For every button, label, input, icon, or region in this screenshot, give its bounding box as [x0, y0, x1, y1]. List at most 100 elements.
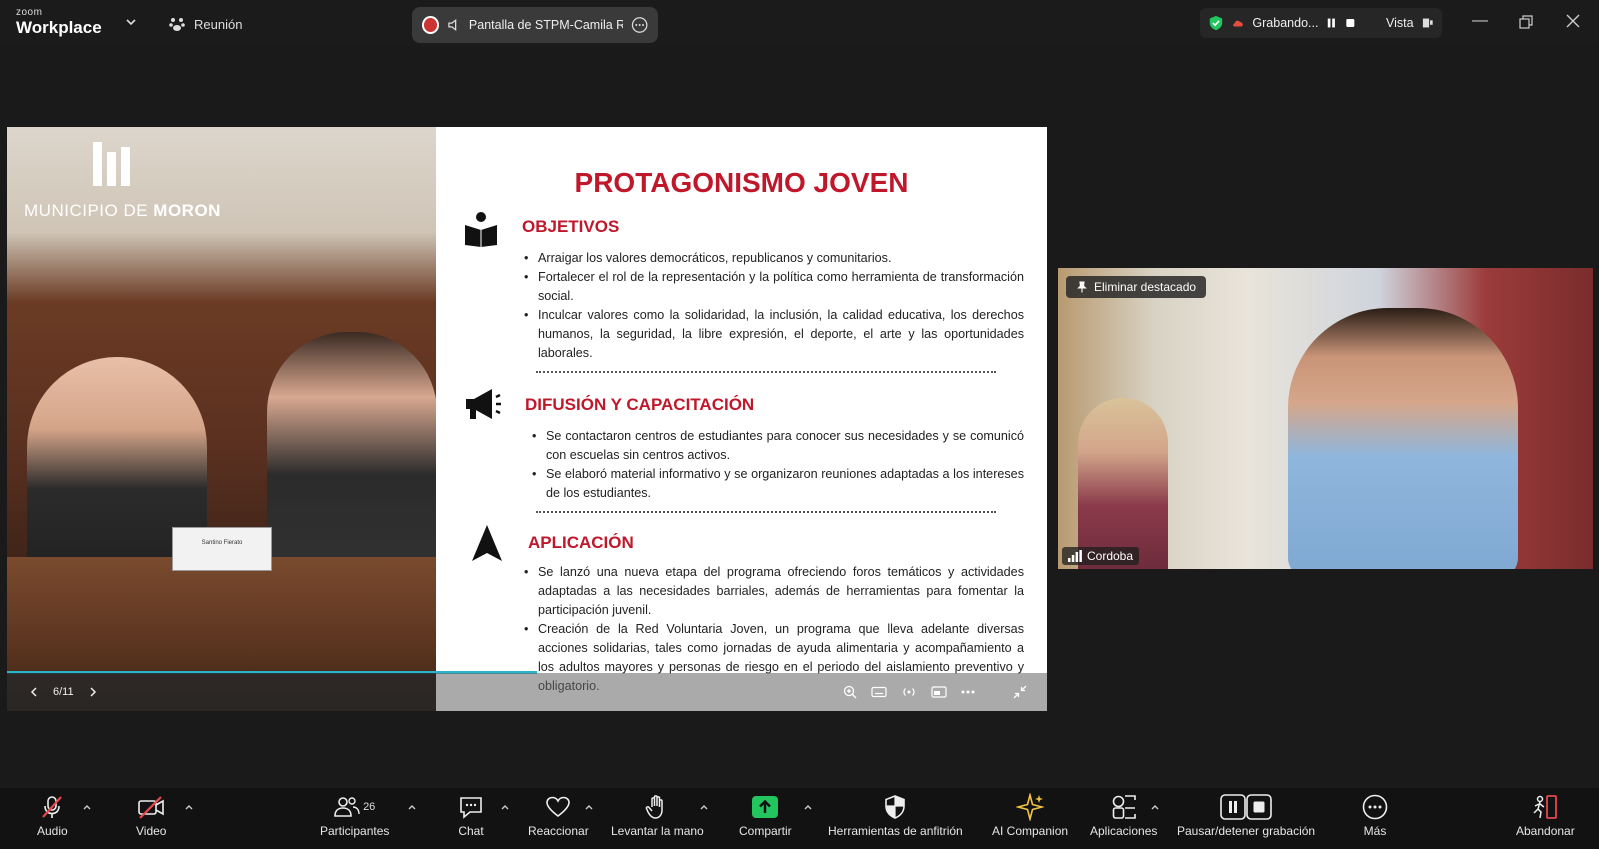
participant-name-tag: Cordoba — [1062, 547, 1140, 565]
video-label: Video — [136, 824, 167, 838]
bullet: Se contactaron centros de estudiantes pa… — [532, 427, 1024, 465]
section-heading: DIFUSIÓN Y CAPACITACIÓN — [525, 395, 755, 414]
audio-label: Audio — [37, 824, 68, 838]
section-heading: APLICACIÓN — [528, 533, 634, 552]
pause-stop-recording-button[interactable]: Pausar/detener grabación — [1177, 794, 1315, 838]
remove-spotlight-button[interactable]: Eliminar destacado — [1066, 276, 1207, 298]
view-grid-icon[interactable] — [1422, 17, 1434, 29]
chevron-up-icon[interactable] — [803, 802, 813, 812]
chevron-left-icon[interactable] — [29, 687, 39, 697]
chevron-up-icon[interactable] — [407, 802, 417, 812]
brand-bottom: Workplace — [16, 18, 102, 37]
leave-button[interactable]: Abandonar — [1516, 794, 1575, 838]
section-bullets: Arraigar los valores democráticos, repub… — [524, 249, 1024, 363]
shared-slide: MUNICIPIO DE MORON Santino Fierato PROTA… — [7, 127, 1047, 711]
meeting-label: Reunión — [194, 16, 243, 32]
keyboard-icon[interactable] — [871, 686, 887, 698]
chevron-up-icon[interactable] — [184, 802, 194, 812]
chevron-up-icon[interactable] — [584, 802, 594, 812]
participants-label: Participantes — [320, 824, 390, 838]
video-button[interactable]: Video — [136, 794, 166, 838]
navigation-arrow-icon — [472, 525, 502, 561]
slide-content: PROTAGONISMO JOVEN OBJETIVOS Arraigar lo… — [436, 127, 1047, 711]
apps-icon — [1112, 795, 1136, 819]
chevron-up-icon[interactable] — [1150, 802, 1160, 812]
slide-photo: MUNICIPIO DE MORON Santino Fierato — [7, 127, 436, 711]
participants-icon — [334, 797, 360, 817]
pause-icon[interactable] — [1326, 17, 1337, 29]
page-indicator: 6/11 — [53, 686, 74, 698]
pause-stop-icon — [1220, 794, 1272, 820]
chevron-right-icon[interactable] — [88, 687, 98, 697]
book-reader-icon — [465, 212, 497, 247]
apps-button[interactable]: Aplicaciones — [1090, 794, 1157, 838]
ai-companion-button[interactable]: AI Companion — [992, 793, 1069, 838]
broadcast-icon[interactable] — [901, 685, 917, 699]
host-tools-button[interactable]: Herramientas de anfitrión — [828, 794, 963, 838]
bullet: Inculcar valores como la solidaridad, la… — [524, 306, 1024, 363]
stop-icon[interactable] — [1345, 17, 1356, 29]
close-icon[interactable] — [1566, 14, 1580, 28]
nameplate: Santino Fierato — [172, 527, 272, 571]
ai-companion-label: AI Companion — [992, 824, 1069, 838]
slide-tools — [436, 673, 1047, 711]
presenter-avatar — [422, 16, 440, 34]
recording-status: Grabando... Vista — [1200, 8, 1442, 38]
camera-off-icon — [138, 796, 165, 819]
chevron-down-icon[interactable] — [125, 16, 137, 28]
more-options-icon[interactable] — [631, 16, 648, 34]
title-bar: zoom Workplace Reunión Pantalla de STPM-… — [0, 0, 1599, 46]
bullet: Arraigar los valores democráticos, repub… — [524, 249, 1024, 268]
more-horizontal-icon[interactable] — [961, 690, 975, 694]
bullet: Se lanzó una nueva etapa del programa of… — [524, 563, 1024, 620]
divider — [536, 511, 996, 513]
collapse-icon[interactable] — [1013, 685, 1027, 699]
divider — [536, 371, 996, 373]
chevron-up-icon[interactable] — [500, 802, 510, 812]
slide-navigator: 6/11 — [7, 673, 436, 711]
zoom-logo: zoom Workplace — [16, 7, 102, 37]
react-button[interactable]: Reaccionar — [528, 794, 589, 838]
more-label: Más — [1363, 824, 1387, 838]
restore-icon[interactable] — [1519, 15, 1533, 29]
shield-icon — [885, 795, 906, 819]
megaphone-icon — [466, 389, 501, 419]
speaker-icon — [448, 18, 457, 32]
view-button[interactable]: Vista — [1386, 16, 1414, 30]
zoom-in-icon[interactable] — [843, 685, 857, 699]
pin-icon — [1077, 281, 1087, 293]
bullet: Fortalecer el rol de la representación y… — [524, 268, 1024, 306]
slide-controls: 6/11 — [7, 671, 1047, 711]
student-figure — [267, 332, 436, 592]
minimize-icon[interactable]: — — [1472, 12, 1488, 30]
bullet: Se elaboró material informativo y se org… — [532, 465, 1024, 503]
signal-bars-icon — [1068, 550, 1082, 562]
participant-background-figure — [1078, 398, 1168, 569]
raise-hand-button[interactable]: Levantar la mano — [611, 794, 704, 838]
leave-label: Abandonar — [1516, 824, 1575, 838]
more-button[interactable]: Más — [1362, 794, 1388, 838]
sparkle-icon — [1016, 793, 1045, 821]
pause-recording-label: Pausar/detener grabación — [1177, 824, 1316, 838]
audio-button[interactable]: Audio — [37, 794, 68, 838]
screen-share-indicator[interactable]: Pantalla de STPM-Camila Rc — [412, 7, 658, 43]
meeting-info-button[interactable]: Reunión — [168, 15, 242, 33]
shield-check-icon[interactable] — [1208, 14, 1224, 32]
apps-label: Aplicaciones — [1090, 824, 1158, 838]
share-screen-icon — [752, 796, 779, 818]
brand-top: zoom — [16, 7, 43, 18]
chat-button[interactable]: Chat — [458, 794, 484, 838]
chevron-up-icon[interactable] — [82, 802, 92, 812]
chat-label: Chat — [458, 824, 484, 838]
microphone-muted-icon — [42, 796, 63, 818]
cloud-record-icon — [1233, 20, 1243, 27]
share-label: Pantalla de STPM-Camila Rc — [468, 18, 623, 32]
chevron-up-icon[interactable] — [699, 802, 709, 812]
pip-icon[interactable] — [931, 686, 947, 698]
slide-title: PROTAGONISMO JOVEN — [574, 167, 909, 198]
spotlight-video-tile[interactable]: Eliminar destacado Cordoba — [1058, 268, 1593, 569]
participants-button[interactable]: 26 Participantes — [320, 794, 389, 838]
share-label: Compartir — [739, 824, 792, 838]
share-screen-button[interactable]: Compartir — [739, 794, 792, 838]
section-heading: OBJETIVOS — [522, 217, 620, 236]
